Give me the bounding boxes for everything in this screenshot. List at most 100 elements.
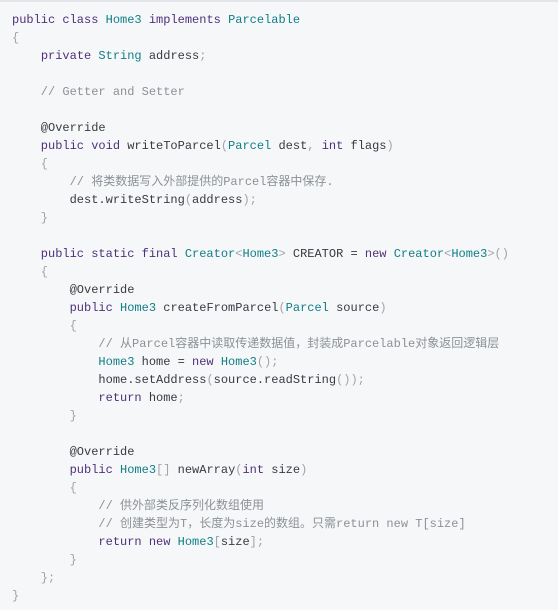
punctuation-token: } <box>12 211 49 225</box>
keyword-token: public void <box>12 139 128 153</box>
keyword-token: int <box>242 463 265 477</box>
punctuation-token: { <box>12 481 77 495</box>
code-line: // 供外部类反序列化数组使用 <box>12 497 558 515</box>
code-line: }; <box>12 569 558 587</box>
code-line: { <box>12 263 558 281</box>
keyword-token: private <box>40 49 99 63</box>
comment-token: // 从Parcel容器中读取传递数据值，封装成Parcelable对象返回逻辑… <box>12 337 500 351</box>
punctuation-token: { <box>12 319 77 333</box>
code-line: home.setAddress(source.readString()); <box>12 371 558 389</box>
code-line: { <box>12 29 558 47</box>
type-token: Home3 <box>105 13 142 27</box>
annotation-token: @Override <box>12 283 135 297</box>
code-line: // Getter and Setter <box>12 83 558 101</box>
code-line: public static final Creator<Home3> CREAT… <box>12 245 558 263</box>
punctuation-token: (); <box>256 355 279 369</box>
punctuation-token: ); <box>242 193 257 207</box>
identifier-token: dest <box>271 139 308 153</box>
code-line: public Home3[] newArray(int size) <box>12 461 558 479</box>
identifier-token <box>12 49 41 63</box>
code-line: } <box>12 587 558 605</box>
punctuation-token: ) <box>379 301 387 315</box>
code-line: return new Home3[size]; <box>12 533 558 551</box>
code-line: // 创建类型为T，长度为size的数组。只需return new T[size… <box>12 515 558 533</box>
punctuation-token: ( <box>278 301 286 315</box>
identifier-token: source <box>328 301 380 315</box>
code-line: @Override <box>12 119 558 137</box>
code-line: } <box>12 209 558 227</box>
code-line: { <box>12 317 558 335</box>
code-line: { <box>12 155 558 173</box>
comment-token: // 供外部类反序列化数组使用 <box>12 499 265 513</box>
code-line: } <box>12 551 558 569</box>
code-line: public void writeToParcel(Parcel dest, i… <box>12 137 558 155</box>
punctuation-token: ( <box>220 139 229 153</box>
code-line: private String address; <box>12 47 558 65</box>
identifier-token: createFromParcel <box>156 301 279 315</box>
identifier-token: address <box>141 49 200 63</box>
punctuation-token: } <box>12 589 20 603</box>
punctuation-token: ) <box>300 463 308 477</box>
keyword-token: public static final <box>12 247 185 261</box>
punctuation-token: } <box>12 409 77 423</box>
keyword-token: return new <box>12 535 178 549</box>
comment-token: // 创建类型为T，长度为size的数组。只需return new T[size… <box>12 517 466 531</box>
identifier-token: newArray <box>170 463 236 477</box>
code-line: { <box>12 479 558 497</box>
annotation-token: @Override <box>12 445 135 459</box>
code-line: // 将类数据写入外部提供的Parcel容器中保存. <box>12 173 558 191</box>
type-token: Home3 <box>220 355 257 369</box>
type-token: Home3 <box>120 301 157 315</box>
punctuation-token: { <box>12 31 20 45</box>
comment-token: // Getter and Setter <box>12 85 185 99</box>
code-line: public Home3 createFromParcel(Parcel sou… <box>12 299 558 317</box>
identifier-token: flags <box>343 139 387 153</box>
keyword-token: new <box>364 247 394 261</box>
type-token: Home3 <box>177 535 214 549</box>
type-token: Home3 <box>451 247 488 261</box>
keyword-token: return <box>12 391 142 405</box>
code-line: Home3 home = new Home3(); <box>12 353 558 371</box>
identifier-token: source.readString <box>213 373 337 387</box>
type-token: Home3 <box>12 355 135 369</box>
punctuation-token: [ <box>213 535 221 549</box>
identifier-token: home = <box>134 355 193 369</box>
punctuation-token: ]; <box>249 535 265 549</box>
code-block: public class Home3 implements Parcelable… <box>0 0 558 610</box>
identifier-token: writeToParcel <box>127 139 221 153</box>
code-line: @Override <box>12 443 558 461</box>
type-token: String <box>98 49 142 63</box>
keyword-token: public class <box>12 13 106 27</box>
annotation-token: @Override <box>12 121 106 135</box>
type-token: Home3 <box>120 463 157 477</box>
punctuation-token: ( <box>206 373 214 387</box>
type-token: Parcel <box>285 301 329 315</box>
comment-token: // 将类数据写入外部提供的Parcel容器中保存. <box>12 175 334 189</box>
type-token: Parcelable <box>228 13 301 27</box>
code-line: @Override <box>12 281 558 299</box>
identifier-token: address <box>192 193 243 207</box>
punctuation-token: > <box>278 247 293 261</box>
type-token: Home3 <box>242 247 279 261</box>
identifier-token: CREATOR = <box>292 247 365 261</box>
identifier-token: size <box>220 535 250 549</box>
punctuation-token: ()); <box>336 373 365 387</box>
punctuation-token: ) <box>386 139 394 153</box>
punctuation-token: ; <box>199 49 207 63</box>
punctuation-token: , <box>307 139 322 153</box>
code-line: return home; <box>12 389 558 407</box>
keyword-token: implements <box>141 13 229 27</box>
identifier-token: dest.writeString <box>12 193 185 207</box>
punctuation-token: ; <box>177 391 185 405</box>
keyword-token: int <box>321 139 344 153</box>
punctuation-token: ( <box>184 193 193 207</box>
punctuation-token: }; <box>12 571 56 585</box>
type-token: Creator <box>393 247 445 261</box>
code-line: public class Home3 implements Parcelable <box>12 11 558 29</box>
code-line: dest.writeString(address); <box>12 191 558 209</box>
code-line: } <box>12 407 558 425</box>
